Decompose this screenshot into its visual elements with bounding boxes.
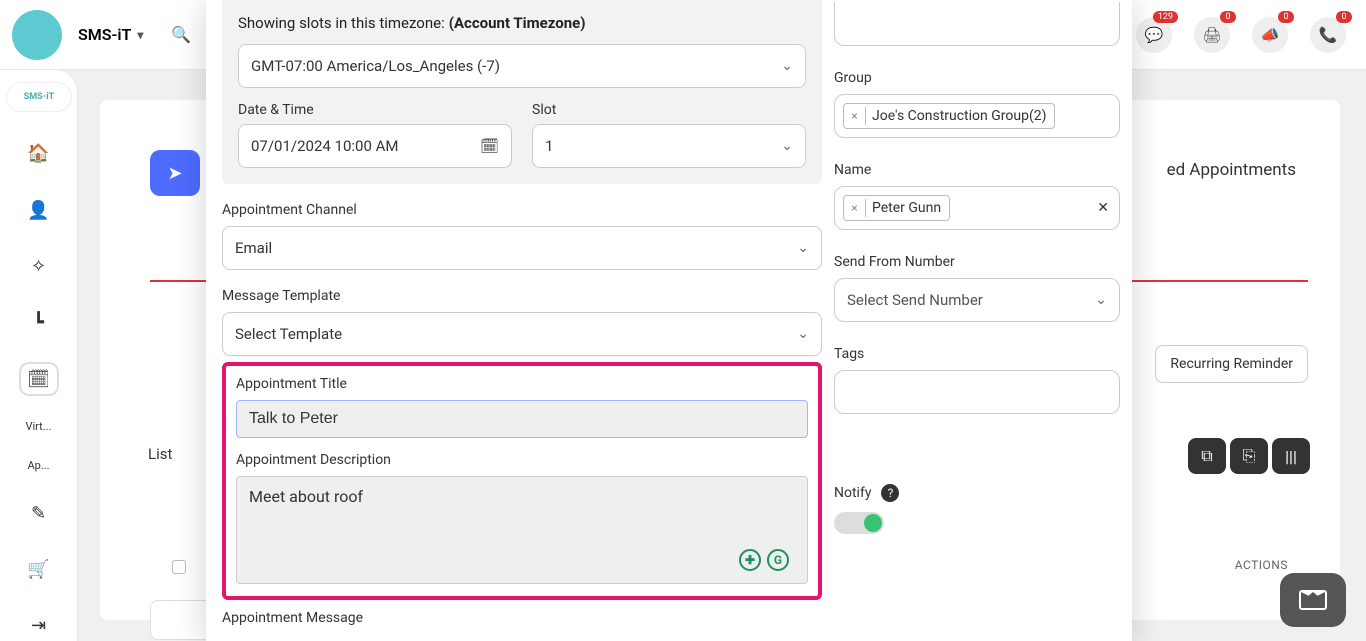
appointment-modal: Showing slots in this timezone: (Account… [206,0,1132,641]
help-icon[interactable]: ? [881,484,899,502]
name-input[interactable]: × Peter Gunn ✕ [834,186,1120,230]
group-label: Group [834,70,1120,86]
slot-label: Slot [532,102,806,118]
date-time-label: Date & Time [238,102,512,118]
slot-value: 1 [545,137,553,155]
group-input[interactable]: × Joe's Construction Group(2) [834,94,1120,138]
name-chip: × Peter Gunn [843,195,950,221]
group-chip-remove[interactable]: × [848,107,866,125]
channel-label: Appointment Channel [222,202,822,218]
appt-title-input[interactable] [236,400,808,438]
grammarly-icon[interactable]: G [767,549,789,571]
tz-bold: (Account Timezone) [449,14,586,32]
chevron-down-icon: ⌄ [1095,292,1107,308]
modal-right-column: Group × Joe's Construction Group(2) Name… [834,0,1120,534]
timezone-box: Showing slots in this timezone: (Account… [222,0,822,184]
grammar-icons: ✚ G [739,549,789,571]
template-select[interactable]: Select Template ⌄ [222,312,822,356]
appt-desc-label: Appointment Description [236,452,808,468]
modal-main-column: Showing slots in this timezone: (Account… [222,0,822,626]
title-desc-highlight: Appointment Title Appointment Descriptio… [222,362,822,600]
date-time-input[interactable]: 07/01/2024 10:00 AM 🗓 [238,124,512,168]
chevron-down-icon: ⌄ [781,138,793,154]
group-chip-label: Joe's Construction Group(2) [872,108,1046,124]
name-chip-remove[interactable]: × [848,199,866,217]
send-from-label: Send From Number [834,254,1120,270]
appt-desc-textarea[interactable]: Meet about roof ✚ G [236,476,808,584]
name-label: Name [834,162,1120,178]
support-chat-button[interactable] [1280,573,1346,627]
name-chip-label: Peter Gunn [872,200,941,216]
appt-message-label: Appointment Message [222,610,822,626]
tags-label: Tags [834,346,1120,362]
chevron-down-icon: ⌄ [797,240,809,256]
toggle-knob [864,514,882,532]
group-chip: × Joe's Construction Group(2) [843,103,1055,129]
grammar-plus-icon[interactable]: ✚ [739,549,761,571]
modal-overlay: Showing slots in this timezone: (Account… [0,0,1366,641]
date-time-value: 07/01/2024 10:00 AM [251,137,399,155]
tags-input[interactable] [834,370,1120,414]
timezone-value: GMT-07:00 America/Los_Angeles (-7) [251,57,500,75]
slot-select[interactable]: 1 ⌄ [532,124,806,168]
notify-toggle[interactable] [834,512,884,534]
channel-select[interactable]: Email ⌄ [222,226,822,270]
prev-field-cutoff [834,2,1120,46]
channel-value: Email [235,239,272,257]
template-label: Message Template [222,288,822,304]
appt-title-label: Appointment Title [236,376,808,392]
appt-desc-value: Meet about roof [249,487,363,506]
calendar-picker-icon[interactable]: 🗓 [480,137,499,155]
envelope-icon [1299,590,1327,610]
chevron-down-icon: ⌄ [781,58,793,74]
template-value: Select Template [235,325,342,343]
chevron-down-icon: ⌄ [797,326,809,342]
send-from-value: Select Send Number [847,291,983,309]
send-from-select[interactable]: Select Send Number ⌄ [834,278,1120,322]
timezone-select[interactable]: GMT-07:00 America/Los_Angeles (-7) ⌄ [238,44,806,88]
name-clear-icon[interactable]: ✕ [1097,200,1109,216]
notify-label: Notify [834,485,871,501]
tz-prefix: Showing slots in this timezone: [238,14,445,32]
